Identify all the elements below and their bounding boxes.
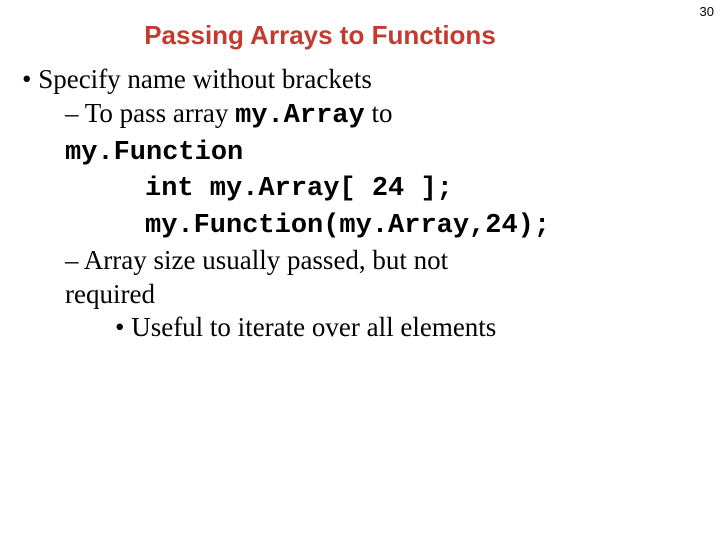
- code-int-myarray: int my.Array[ 24 ];: [145, 174, 453, 204]
- code-myarray: my.Array: [235, 101, 365, 131]
- code-line-call: my.Function(my.Array,24);: [10, 207, 720, 244]
- text-to: to: [365, 98, 393, 128]
- dash-to-pass-array: – To pass array my.Array to: [10, 97, 720, 134]
- dash-to-pass-array-cont: my.Function: [10, 134, 720, 171]
- code-myfunction: my.Function: [65, 138, 243, 168]
- slide-body: • Specify name without brackets – To pas…: [0, 63, 720, 345]
- bullet-specify-name: • Specify name without brackets: [10, 63, 720, 97]
- bullet-useful-iterate: • Useful to iterate over all elements: [10, 311, 720, 345]
- page-number: 30: [700, 4, 714, 19]
- slide-title: Passing Arrays to Functions: [40, 0, 600, 63]
- text-to-pass-array-a: – To pass array: [65, 98, 235, 128]
- code-line-declare: int my.Array[ 24 ];: [10, 170, 720, 207]
- dash-array-size-l2: required: [10, 278, 720, 312]
- code-call-myfunction: my.Function(my.Array,24);: [145, 211, 550, 241]
- dash-array-size-l1: – Array size usually passed, but not: [10, 244, 720, 278]
